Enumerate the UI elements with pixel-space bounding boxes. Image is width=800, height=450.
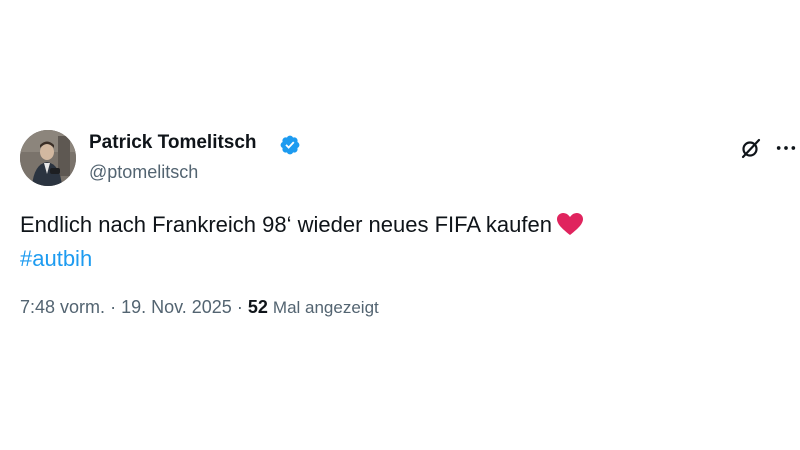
author-name[interactable]: Patrick Tomelitsch xyxy=(89,132,257,154)
grok-icon[interactable] xyxy=(739,136,763,160)
views-label: Mal angezeigt xyxy=(272,298,379,317)
meta-separator: · xyxy=(110,297,117,317)
meta-separator: · xyxy=(236,297,243,317)
tweet-text: Endlich nach Frankreich 98‘ wieder neues… xyxy=(20,208,760,276)
avatar[interactable] xyxy=(20,130,76,186)
views-count: 52 xyxy=(247,297,268,317)
tweet-body: Endlich nach Frankreich 98‘ wieder neues… xyxy=(20,212,552,237)
hashtag-link[interactable]: #autbih xyxy=(20,242,760,276)
more-options-icon[interactable] xyxy=(775,137,797,159)
verified-badge-icon xyxy=(280,135,300,155)
tweet-time[interactable]: 7:48 vorm. xyxy=(20,297,105,317)
red-heart-icon xyxy=(556,213,583,235)
tweet-meta: 7:48 vorm. · 19. Nov. 2025 · 52 Mal ange… xyxy=(20,297,379,318)
tweet-card: Patrick Tomelitsch @ptomelitsch Endlich … xyxy=(0,0,800,450)
author-handle[interactable]: @ptomelitsch xyxy=(89,162,198,183)
tweet-date[interactable]: 19. Nov. 2025 xyxy=(121,297,232,317)
